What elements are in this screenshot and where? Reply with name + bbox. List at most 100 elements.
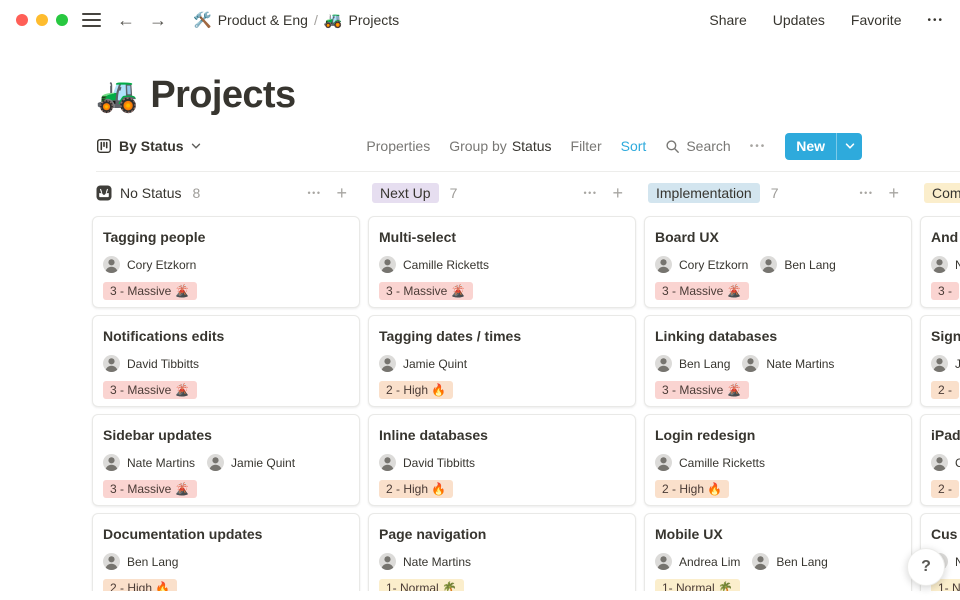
person-name: J [955, 357, 960, 371]
breadcrumb-item-product-eng[interactable]: 🛠️ Product & Eng [189, 9, 312, 31]
card-title: Linking databases [655, 327, 901, 345]
column-count: 7 [771, 185, 779, 201]
card-inline-databases[interactable]: Inline databases David Tibbitts 2 - High… [368, 414, 636, 506]
card-sidebar-updates[interactable]: Sidebar updates Nate Martins Jamie Quint… [92, 414, 360, 506]
search-label: Search [686, 138, 730, 154]
breadcrumb-separator: / [314, 12, 318, 28]
person: Cory Etzkorn [103, 256, 196, 273]
priority-badge: 3 - [931, 282, 959, 300]
breadcrumb: 🛠️ Product & Eng / 🚜 Projects [189, 9, 403, 31]
column-add-icon[interactable]: + [336, 184, 347, 202]
person: N [931, 256, 960, 273]
column-add-icon[interactable]: + [612, 184, 623, 202]
card-mobile-ux[interactable]: Mobile UX Andrea Lim Ben Lang 1- Normal … [644, 513, 912, 591]
breadcrumb-item-projects[interactable]: 🚜 Projects [320, 9, 403, 31]
column-status-pill[interactable]: Com [924, 183, 960, 203]
column-add-icon[interactable]: + [888, 184, 899, 202]
page-tractor-icon[interactable]: 🚜 [96, 78, 138, 112]
card-clipped-2[interactable]: Sign J 2 - [920, 315, 960, 407]
card-people: Cory Etzkorn Ben Lang [655, 256, 901, 273]
properties-button[interactable]: Properties [366, 138, 430, 154]
avatar [379, 454, 396, 471]
person: Ben Lang [760, 256, 835, 273]
new-button[interactable]: New [785, 133, 862, 160]
search-button[interactable]: Search [665, 138, 730, 154]
person-name: Nate Martins [766, 357, 834, 371]
column-more-icon[interactable]: ••• [584, 188, 598, 198]
card-tagging-people[interactable]: Tagging people Cory Etzkorn 3 - Massive … [92, 216, 360, 308]
sidebar-toggle-icon[interactable] [82, 11, 101, 29]
filter-button[interactable]: Filter [571, 138, 602, 154]
toolbar-more-icon[interactable]: ••• [750, 141, 767, 152]
person: Ben Lang [655, 355, 730, 372]
column-implementation: Implementation 7 ••• + Board UX Cory Etz… [644, 181, 912, 591]
new-button-label[interactable]: New [785, 133, 836, 160]
person-name: David Tibbitts [403, 456, 475, 470]
card-title: Documentation updates [103, 525, 349, 543]
updates-button[interactable]: Updates [773, 12, 825, 28]
column-status-pill[interactable]: Implementation [648, 183, 760, 203]
card-board-ux[interactable]: Board UX Cory Etzkorn Ben Lang 3 - Massi… [644, 216, 912, 308]
column-header: Next Up 7 ••• + [368, 181, 636, 205]
person-name: Camille Ricketts [403, 258, 489, 272]
minimize-window-button[interactable] [36, 14, 48, 26]
close-window-button[interactable] [16, 14, 28, 26]
card-linking-databases[interactable]: Linking databases Ben Lang Nate Martins … [644, 315, 912, 407]
column-count: 7 [450, 185, 458, 201]
card-title: Cus [931, 525, 960, 543]
person-name: Cory Etzkorn [679, 258, 748, 272]
more-options-icon[interactable]: ••• [927, 15, 944, 26]
column-more-icon[interactable]: ••• [860, 188, 874, 198]
person: Nate Martins [103, 454, 195, 471]
sort-button[interactable]: Sort [621, 138, 647, 154]
page-title[interactable]: Projects [150, 73, 295, 117]
person-name: Jamie Quint [231, 456, 295, 470]
column-status-pill[interactable]: Next Up [372, 183, 439, 203]
column-title[interactable]: No Status [120, 185, 181, 201]
zoom-window-button[interactable] [56, 14, 68, 26]
card-title: iPad [931, 426, 960, 444]
help-button[interactable]: ? [907, 548, 945, 586]
card-multi-select[interactable]: Multi-select Camille Ricketts 3 - Massiv… [368, 216, 636, 308]
card-documentation-updates[interactable]: Documentation updates Ben Lang 2 - High … [92, 513, 360, 591]
person: Camille Ricketts [655, 454, 765, 471]
person: Jamie Quint [207, 454, 295, 471]
card-people: Camille Ricketts [655, 454, 901, 471]
person-name: C [955, 456, 960, 470]
column-count: 8 [192, 185, 200, 201]
view-switcher-by-status[interactable]: By Status [96, 138, 201, 154]
card-tagging-dates-times[interactable]: Tagging dates / times Jamie Quint 2 - Hi… [368, 315, 636, 407]
person-name: Jamie Quint [403, 357, 467, 371]
person-name: Ben Lang [679, 357, 730, 371]
card-clipped-1[interactable]: And N 3 - [920, 216, 960, 308]
person: C [931, 454, 960, 471]
avatar [760, 256, 777, 273]
card-title: Mobile UX [655, 525, 901, 543]
card-title: Login redesign [655, 426, 901, 444]
column-next-up: Next Up 7 ••• + Multi-select Camille Ric… [368, 181, 636, 591]
column-more-icon[interactable]: ••• [308, 188, 322, 198]
card-login-redesign[interactable]: Login redesign Camille Ricketts 2 - High… [644, 414, 912, 506]
new-button-dropdown[interactable] [837, 133, 862, 160]
card-notifications-edits[interactable]: Notifications edits David Tibbitts 3 - M… [92, 315, 360, 407]
share-button[interactable]: Share [709, 12, 746, 28]
avatar [379, 256, 396, 273]
person: Ben Lang [103, 553, 178, 570]
card-title: Page navigation [379, 525, 625, 543]
priority-badge: 2 - High 🔥 [103, 579, 177, 591]
card-people: C [931, 454, 960, 471]
person-name: Camille Ricketts [679, 456, 765, 470]
person-name: Andrea Lim [679, 555, 740, 569]
favorite-button[interactable]: Favorite [851, 12, 902, 28]
card-page-navigation[interactable]: Page navigation Nate Martins 1- Normal 🌴 [368, 513, 636, 591]
priority-badge: 3 - Massive 🌋 [379, 282, 473, 300]
person-name: N [955, 555, 960, 569]
card-people: Nate Martins [379, 553, 625, 570]
person: Nate Martins [379, 553, 471, 570]
card-clipped-3[interactable]: iPad C 2 - [920, 414, 960, 506]
forward-arrow-icon[interactable]: → [149, 11, 167, 29]
group-by-button[interactable]: Group by Status [449, 138, 551, 154]
back-arrow-icon[interactable]: ← [117, 11, 135, 29]
column-header: No Status 8 ••• + [92, 181, 360, 205]
card-title: Tagging people [103, 228, 349, 246]
